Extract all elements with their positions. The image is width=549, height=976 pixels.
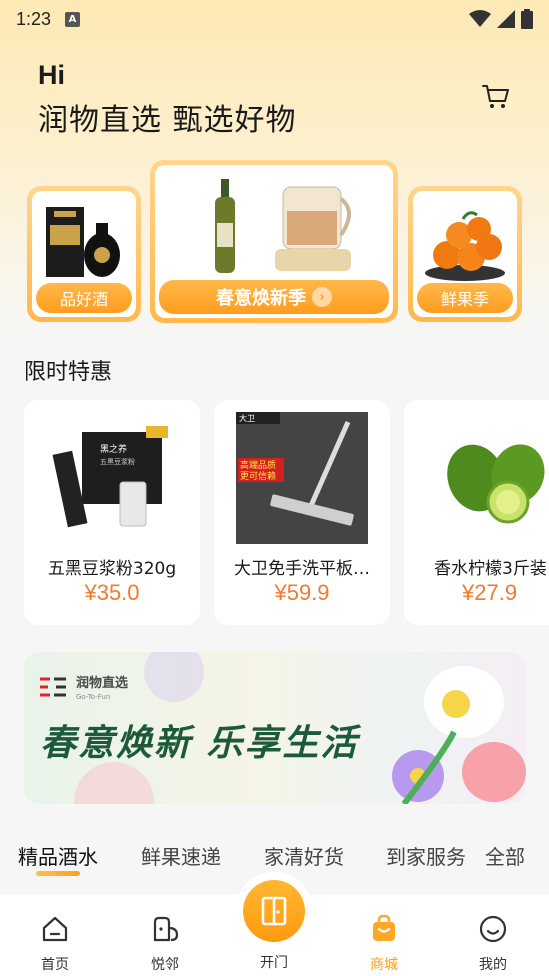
notification-icon: A — [65, 11, 81, 27]
deal-price: ¥35.0 — [84, 580, 140, 605]
signal-icon — [497, 10, 515, 28]
page-slogan: 润物直选 甄选好物 — [38, 103, 297, 138]
tab-fruit[interactable]: 鲜果速递 — [141, 841, 221, 870]
svg-text:黑之养: 黑之养 — [100, 443, 127, 455]
svg-text:高端品质: 高端品质 — [240, 459, 276, 471]
battery-icon — [521, 9, 533, 29]
deal-price: ¥59.9 — [274, 580, 330, 605]
deals-title: 限时特惠 — [24, 360, 113, 385]
banner-brand: 润物直选 Go-To-Fun — [38, 672, 128, 701]
profile-icon — [479, 915, 507, 943]
tab-liquor[interactable]: 精品酒水 — [18, 841, 98, 876]
door-icon — [261, 896, 287, 926]
banner-brand-name: 润物直选 — [76, 676, 129, 691]
nav-mall[interactable]: 商城 — [354, 902, 414, 974]
open-door-button[interactable] — [243, 880, 305, 942]
cart-icon[interactable] — [480, 80, 512, 112]
deal-name: 大卫免手洗平板… — [234, 559, 370, 579]
greeting-hi: Hi — [38, 60, 65, 90]
deal-name: 五黑豆浆粉320g — [47, 559, 177, 579]
deal-card-soy[interactable]: 黑之养 五黑豆浆粉 五黑豆浆粉320g ¥35.0 — [24, 400, 200, 625]
nav-neighbor[interactable]: 悦邻 — [135, 902, 195, 974]
deal-card-mop[interactable]: 大卫 高端品质 更可信赖 大卫免手洗平板… ¥59.9 — [214, 400, 390, 625]
tab-all[interactable]: 全部 — [485, 841, 525, 870]
brand-logo-icon — [40, 677, 66, 696]
nav-home-label: 首页 — [41, 957, 69, 973]
banner-brand-sub: Go-To-Fun — [76, 693, 111, 701]
promo-banner[interactable]: 润物直选 Go-To-Fun 春意焕新 乐享生活 — [24, 652, 526, 804]
nav-neighbor-label: 悦邻 — [151, 957, 179, 973]
nav-mall-label: 商城 — [370, 957, 398, 973]
category-card-spring[interactable]: 春意焕新季 › — [150, 160, 398, 323]
nav-home[interactable]: 首页 — [25, 902, 85, 974]
oranges-image — [425, 211, 505, 281]
svg-text:大卫: 大卫 — [239, 413, 255, 423]
category-tabs: 精品酒水 鲜果速递 家清好货 到家服务 全部 — [0, 838, 549, 876]
nav-mine-label: 我的 — [479, 957, 507, 973]
deal-card-lemon[interactable]: 香水柠檬3斤装 ¥27.9 — [404, 400, 549, 625]
chevron-right-icon: › — [312, 287, 332, 307]
home-icon — [42, 916, 68, 942]
status-bar: 1:23 A — [0, 0, 549, 38]
liquor-image — [46, 207, 120, 277]
deal-name: 香水柠檬3斤装 — [434, 559, 547, 579]
svg-text:五黑豆浆粉: 五黑豆浆粉 — [100, 457, 135, 466]
greeting: Hi 润物直选 甄选好物 — [38, 60, 297, 139]
deal-price: ¥27.9 — [462, 580, 518, 605]
lemon-image — [447, 444, 545, 524]
category-card-fruit[interactable]: 鲜果季 — [408, 186, 522, 322]
category-label-spring: 春意焕新季 › — [159, 280, 389, 314]
neighbor-icon — [153, 916, 179, 942]
mop-image: 大卫 高端品质 更可信赖 — [236, 412, 368, 544]
wifi-icon — [469, 10, 491, 27]
spring-products-image — [215, 179, 351, 273]
open-door-label: 开门 — [260, 955, 288, 971]
soy-powder-image: 黑之养 五黑豆浆粉 — [52, 426, 168, 528]
shopping-bag-icon — [373, 914, 395, 941]
status-time: 1:23 — [16, 8, 52, 29]
tab-home-service[interactable]: 到家服务 — [386, 841, 466, 870]
banner-headline: 春意焕新 乐享生活 — [40, 722, 359, 764]
tab-household[interactable]: 家清好货 — [264, 841, 344, 870]
category-label-fruit: 鲜果季 — [417, 283, 513, 313]
category-card-liquor[interactable]: 品好酒 — [27, 186, 141, 322]
svg-text:更可信赖: 更可信赖 — [240, 470, 276, 482]
category-label-liquor: 品好酒 — [36, 283, 132, 313]
nav-mine[interactable]: 我的 — [463, 902, 523, 974]
